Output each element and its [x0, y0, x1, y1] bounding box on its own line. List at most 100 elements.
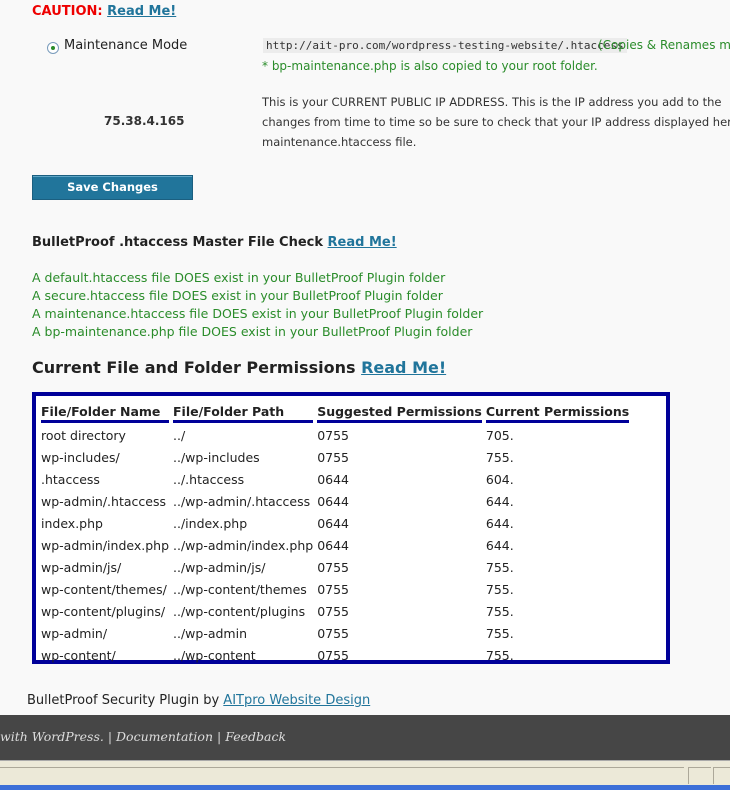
status-bar-text-panel: [0, 767, 684, 784]
caution-line: CAUTION: Read Me!: [32, 4, 176, 19]
caution-read-me-link[interactable]: Read Me!: [107, 4, 176, 19]
table-row: wp-content/ ../wp-content 0755 755.: [41, 645, 629, 665]
cell-path: ../wp-admin/js/: [173, 559, 266, 575]
cell-name: root directory: [41, 427, 126, 443]
status-bar-panel: [713, 767, 730, 784]
file-exists-message: A secure.htaccess file DOES exist in you…: [32, 288, 443, 303]
cell-suggested: 0755: [317, 581, 349, 597]
browser-status-bar: [0, 760, 730, 790]
cell-suggested: 0755: [317, 427, 349, 443]
cell-suggested: 0644: [317, 493, 349, 509]
permissions-title: Current File and Folder Permissions Read…: [32, 358, 446, 377]
cell-current: 644.: [485, 537, 514, 553]
cell-path: ../index.php: [173, 515, 248, 531]
table-row: wp-content/themes/ ../wp-content/themes 07…: [41, 579, 629, 599]
master-file-check-heading: BulletProof .htaccess Master File Check: [32, 235, 324, 250]
save-changes-button[interactable]: Save Changes: [32, 175, 193, 200]
feedback-link[interactable]: Feedback: [225, 729, 286, 744]
cell-path: ../wp-admin/index.php: [173, 537, 314, 553]
cell-suggested: 0644: [317, 471, 349, 487]
cell-name: index.php: [41, 515, 103, 531]
cell-suggested: 0644: [317, 537, 349, 553]
table-row: .htaccess ../.htaccess 0644 604.: [41, 469, 629, 489]
cell-current: 755.: [485, 449, 514, 465]
cell-suggested: 0755: [317, 559, 349, 575]
cell-current: 644.: [485, 493, 514, 509]
cell-suggested: 0755: [317, 625, 349, 641]
wordpress-footer: with WordPress. | Documentation | Feedba…: [0, 715, 730, 760]
table-row: wp-admin/.htaccess ../wp-admin/.htaccess 0…: [41, 491, 629, 511]
aitpro-link[interactable]: AITpro Website Design: [223, 693, 370, 708]
file-exists-message: A maintenance.htaccess file DOES exist i…: [32, 306, 484, 321]
cell-path: ../wp-content/themes: [173, 581, 307, 597]
footer-separator: |: [217, 729, 222, 744]
column-header-suggested: Suggested Permissions: [317, 402, 482, 423]
table-row: root directory ../ 0755 705.: [41, 425, 629, 445]
permissions-read-me-link[interactable]: Read Me!: [361, 358, 446, 377]
status-bar-panel: [688, 767, 711, 784]
table-row: wp-content/plugins/ ../wp-content/plugins…: [41, 601, 629, 621]
cell-path: ../wp-admin: [173, 625, 248, 641]
cell-suggested: 0755: [317, 647, 349, 663]
cell-path: ../.htaccess: [173, 471, 245, 487]
cell-suggested: 0755: [317, 603, 349, 619]
table-header-row: File/Folder Name File/Folder Path Sugges…: [41, 402, 630, 423]
cell-path: ../wp-admin/.htaccess: [173, 493, 311, 509]
permissions-table-body: root directory ../ 0755 705. wp-includes/ ../…: [41, 425, 629, 665]
maintenance-mode-radio[interactable]: [47, 42, 59, 54]
file-exists-message: A bp-maintenance.php file DOES exist in …: [32, 324, 473, 339]
column-header-current: Current Permissions: [485, 402, 630, 423]
master-check-read-me-link[interactable]: Read Me!: [328, 235, 397, 250]
table-row: wp-includes/ ../wp-includes 0755 755.: [41, 447, 629, 467]
wordpress-credit[interactable]: with WordPress.: [0, 729, 104, 744]
maintenance-htaccess-path: http://ait-pro.com/wordpress-testing-web…: [263, 38, 627, 53]
caution-label: CAUTION:: [32, 4, 103, 19]
column-header-path: File/Folder Path: [173, 402, 314, 423]
column-header-name: File/Folder Name: [41, 402, 170, 423]
cell-name: wp-content/plugins/: [41, 603, 166, 619]
bp-maintenance-note: * bp-maintenance.php is also copied to y…: [262, 59, 598, 73]
cell-name: wp-content/: [41, 647, 116, 663]
cell-name: wp-includes/: [41, 449, 120, 465]
plugin-credit: BulletProof Security Plugin by AITpro We…: [27, 693, 370, 708]
cell-current: 755.: [485, 647, 514, 663]
copies-renames-note: (Copies & Renames ma: [598, 38, 730, 52]
cell-current: 755.: [485, 559, 514, 575]
cell-name: wp-admin/index.php: [41, 537, 170, 553]
footer-separator: |: [107, 729, 113, 744]
cell-suggested: 0755: [317, 449, 349, 465]
cell-current: 644.: [485, 515, 514, 531]
cell-name: wp-content/themes/: [41, 581, 167, 597]
cell-path: ../wp-content: [173, 647, 256, 663]
table-row: index.php ../index.php 0644 644.: [41, 513, 629, 533]
permissions-table-container: File/Folder Name File/Folder Path Sugges…: [32, 392, 670, 664]
table-row: wp-admin/js/ ../wp-admin/js/0755 755.: [41, 557, 629, 577]
table-row: wp-admin/ ../wp-admin 0755 755.: [41, 623, 629, 643]
file-exists-message: A default.htaccess file DOES exist in yo…: [32, 270, 446, 285]
taskbar-edge: [0, 785, 730, 790]
cell-current: 755.: [485, 581, 514, 597]
cell-path: ../wp-includes: [173, 449, 260, 465]
ip-description-line: maintenance.htaccess file.: [262, 135, 417, 149]
cell-suggested: 0644: [317, 515, 349, 531]
cell-current: 604.: [485, 471, 514, 487]
cell-name: .htaccess: [41, 471, 100, 487]
permissions-heading: Current File and Folder Permissions: [32, 358, 356, 377]
public-ip-address: 75.38.4.165: [104, 114, 185, 128]
cell-current: 755.: [485, 603, 514, 619]
ip-description-line: This is your CURRENT PUBLIC IP ADDRESS. …: [262, 95, 722, 109]
plugin-credit-text: BulletProof Security Plugin by: [27, 693, 220, 708]
ip-description: This is your CURRENT PUBLIC IP ADDRESS. …: [262, 92, 730, 152]
cell-current: 705.: [485, 427, 514, 443]
cell-current: 755.: [485, 625, 514, 641]
maintenance-mode-label: Maintenance Mode: [64, 38, 188, 53]
cell-path: ../wp-content/plugins: [173, 603, 306, 619]
master-file-check-title: BulletProof .htaccess Master File Check …: [32, 235, 397, 250]
permissions-table: File/Folder Name File/Folder Path Sugges…: [37, 400, 633, 667]
documentation-link[interactable]: Documentation: [116, 729, 213, 744]
cell-path: ../: [173, 427, 186, 443]
table-row: wp-admin/index.php ../wp-admin/index.php 0…: [41, 535, 629, 555]
ip-description-line: changes from time to time so be sure to …: [262, 115, 730, 129]
cell-name: wp-admin/: [41, 625, 108, 641]
cell-name: wp-admin/js/: [41, 559, 122, 575]
